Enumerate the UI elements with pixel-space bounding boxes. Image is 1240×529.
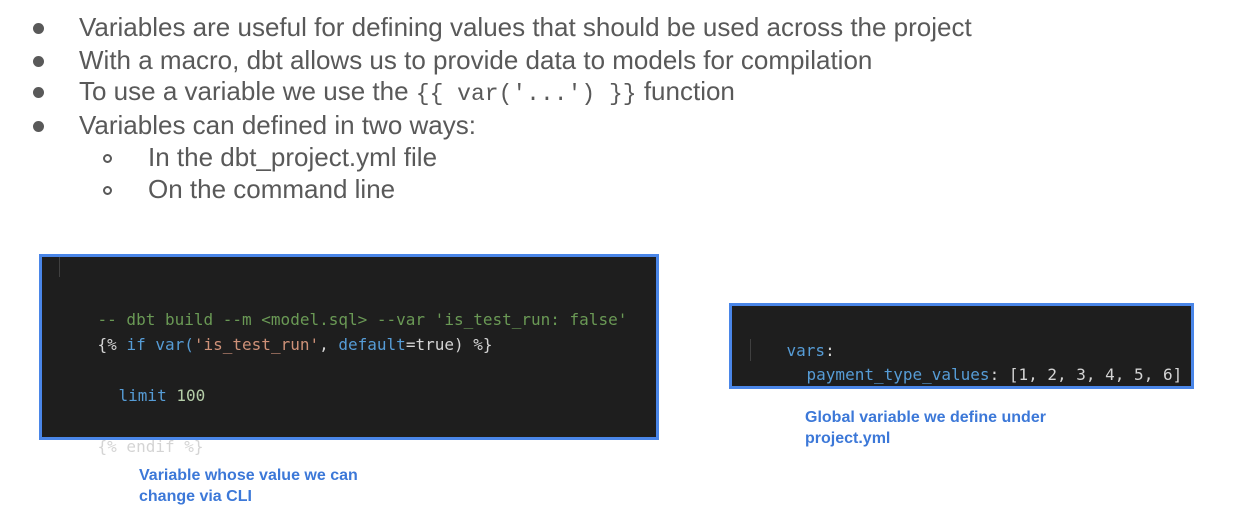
code-token: {%: [97, 335, 127, 354]
indent-guide: [750, 339, 751, 361]
sub-bullet-item: On the command line: [148, 174, 396, 204]
bullet-text: function: [636, 76, 735, 106]
code-token: =true) %}: [405, 335, 493, 354]
yml-code-snippet: vars: payment_type_values: [1, 2, 3, 4, …: [729, 303, 1194, 389]
code-token: var(: [145, 335, 194, 354]
yml-value: [1, 2, 3, 4, 5, 6]: [1008, 365, 1183, 384]
bullet-dot-icon: [33, 87, 44, 98]
sub-bullet-item: In the dbt_project.yml file: [148, 142, 438, 172]
code-token: :: [989, 365, 1009, 384]
inline-code: {{ var('...') }}: [415, 81, 637, 107]
caption-line: change via CLI: [139, 488, 252, 505]
bullet-text: To use a variable we use the: [79, 76, 416, 106]
code-keyword: if: [126, 335, 146, 354]
code-token: default: [338, 335, 406, 354]
code-token: {% endif %}: [97, 437, 204, 456]
bullet-item: With a macro, dbt allows us to provide d…: [79, 45, 873, 75]
bullet-dot-icon: [33, 56, 44, 67]
code-string: 'is_test_run': [193, 335, 320, 354]
caption-line: Variable whose value we can: [139, 467, 358, 484]
bullet-dot-icon: [33, 23, 44, 34]
code-token: ,: [319, 335, 339, 354]
caption-line: Global variable we define under: [805, 409, 1046, 426]
bullet-item: Variables can defined in two ways:: [79, 110, 476, 140]
cli-code-snippet: -- dbt build --m <model.sql> --var 'is_t…: [39, 254, 659, 456]
sub-bullet-ring-icon: [103, 154, 112, 163]
code-keyword: limit: [118, 386, 167, 405]
yml-caption: Global variable we define under project.…: [805, 407, 1046, 449]
bullet-item: Variables are useful for defining values…: [79, 12, 972, 42]
cli-caption: Variable whose value we can change via C…: [139, 465, 358, 507]
bullet-item: To use a variable we use the {{ var('...…: [79, 76, 735, 109]
code-number: 100: [166, 386, 206, 405]
indent-guide: [59, 257, 60, 277]
code-line-payment: payment_type_values: [1, 2, 3, 4, 5, 6]: [768, 337, 1183, 412]
yml-key: payment_type_values: [806, 365, 990, 384]
caption-line: project.yml: [805, 430, 891, 447]
bullet-dot-icon: [33, 121, 44, 132]
sub-bullet-ring-icon: [103, 186, 112, 195]
